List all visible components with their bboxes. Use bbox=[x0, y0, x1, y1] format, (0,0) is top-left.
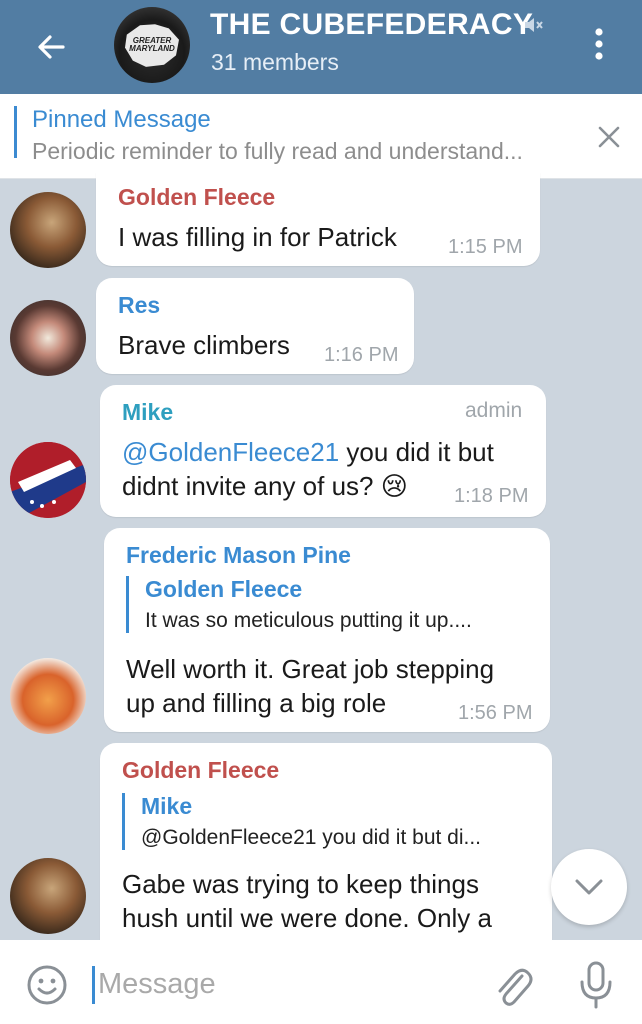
mic-icon[interactable] bbox=[578, 960, 614, 1010]
text-caret bbox=[92, 966, 95, 1004]
mute-icon bbox=[525, 18, 543, 32]
scroll-down-button[interactable] bbox=[551, 849, 627, 925]
avatar[interactable] bbox=[10, 858, 86, 934]
pinned-message-bar[interactable]: Pinned Message Periodic reminder to full… bbox=[0, 94, 642, 179]
message-text-line1: Well worth it. Great job stepping bbox=[126, 654, 495, 684]
sender-name[interactable]: Frederic Mason Pine bbox=[126, 542, 351, 569]
sender-name[interactable]: Golden Fleece bbox=[122, 757, 279, 784]
message-text-line2: hush until we were done. Only a bbox=[122, 903, 492, 933]
close-pinned-button[interactable] bbox=[592, 120, 626, 154]
message-time: 1:15 PM bbox=[448, 236, 523, 258]
member-count[interactable]: 31 members bbox=[211, 49, 339, 76]
sender-name[interactable]: Mike bbox=[122, 399, 173, 426]
message-text: I was filling in for Patrick bbox=[118, 222, 397, 252]
chat-title[interactable]: THE CUBEFEDERACY bbox=[210, 8, 533, 42]
sender-name[interactable]: Golden Fleece bbox=[118, 184, 275, 211]
message-input-bar bbox=[0, 940, 642, 1024]
message-text-line2: didnt invite any of us? 😢 bbox=[122, 471, 408, 501]
avatar[interactable] bbox=[10, 192, 86, 268]
emoji-icon[interactable] bbox=[26, 964, 68, 1006]
reply-quote[interactable]: Mike @GoldenFleece21 you did it but di..… bbox=[122, 793, 481, 850]
chat-header: GREATER MARYLAND THE CUBEFEDERACY 31 mem… bbox=[0, 0, 642, 94]
attach-icon[interactable] bbox=[492, 962, 534, 1010]
back-arrow-icon bbox=[38, 35, 65, 59]
reply-sender: Mike bbox=[141, 793, 193, 819]
message-input[interactable] bbox=[98, 960, 478, 1008]
more-options-button[interactable] bbox=[584, 22, 614, 66]
admin-badge: admin bbox=[465, 399, 523, 422]
avatar[interactable] bbox=[10, 658, 86, 734]
avatar[interactable] bbox=[10, 442, 86, 518]
reply-quote[interactable]: Golden Fleece It was so meticulous putti… bbox=[126, 576, 472, 633]
pinned-accent-bar bbox=[14, 106, 17, 158]
message-time: 1:56 PM bbox=[458, 702, 533, 724]
reply-sender: Golden Fleece bbox=[145, 576, 303, 602]
reply-text: It was so meticulous putting it up.... bbox=[145, 609, 472, 632]
reply-text: @GoldenFleece21 you did it but di... bbox=[141, 826, 482, 849]
sender-name[interactable]: Res bbox=[118, 292, 160, 319]
message-time: 1:18 PM bbox=[454, 485, 529, 507]
close-icon bbox=[598, 126, 620, 148]
group-avatar[interactable]: GREATER MARYLAND bbox=[114, 7, 190, 83]
pinned-label: Pinned Message bbox=[32, 106, 211, 133]
message-text-line2: up and filling a big role bbox=[126, 688, 387, 718]
message-text: Brave climbers bbox=[118, 330, 290, 360]
map-logo: GREATER MARYLAND bbox=[125, 24, 179, 67]
pinned-text: Periodic reminder to fully read and unde… bbox=[32, 138, 523, 164]
message-time: 1:16 PM bbox=[324, 344, 399, 366]
message-bubble[interactable]: Golden Fleece Mike @GoldenFleece21 you d… bbox=[100, 743, 552, 963]
message-text-line1: Gabe was trying to keep things bbox=[122, 869, 479, 899]
message-bubble[interactable]: Golden Fleece I was filling in for Patri… bbox=[96, 172, 540, 266]
message-text-line1: @GoldenFleece21 you did it but bbox=[122, 437, 494, 467]
crying-emoji-icon: 😢 bbox=[380, 471, 408, 501]
message-bubble[interactable]: Frederic Mason Pine Golden Fleece It was… bbox=[104, 528, 550, 732]
menu-dots-icon bbox=[595, 28, 603, 60]
chevron-down-icon bbox=[575, 879, 603, 895]
message-bubble[interactable]: Res Brave climbers 1:16 PM bbox=[96, 278, 414, 374]
user-mention[interactable]: @GoldenFleece21 bbox=[122, 437, 339, 467]
message-bubble[interactable]: Mike admin @GoldenFleece21 you did it bu… bbox=[100, 385, 546, 517]
avatar[interactable] bbox=[10, 300, 86, 376]
back-button[interactable] bbox=[26, 22, 76, 72]
flag-emblem-icon bbox=[10, 442, 86, 518]
